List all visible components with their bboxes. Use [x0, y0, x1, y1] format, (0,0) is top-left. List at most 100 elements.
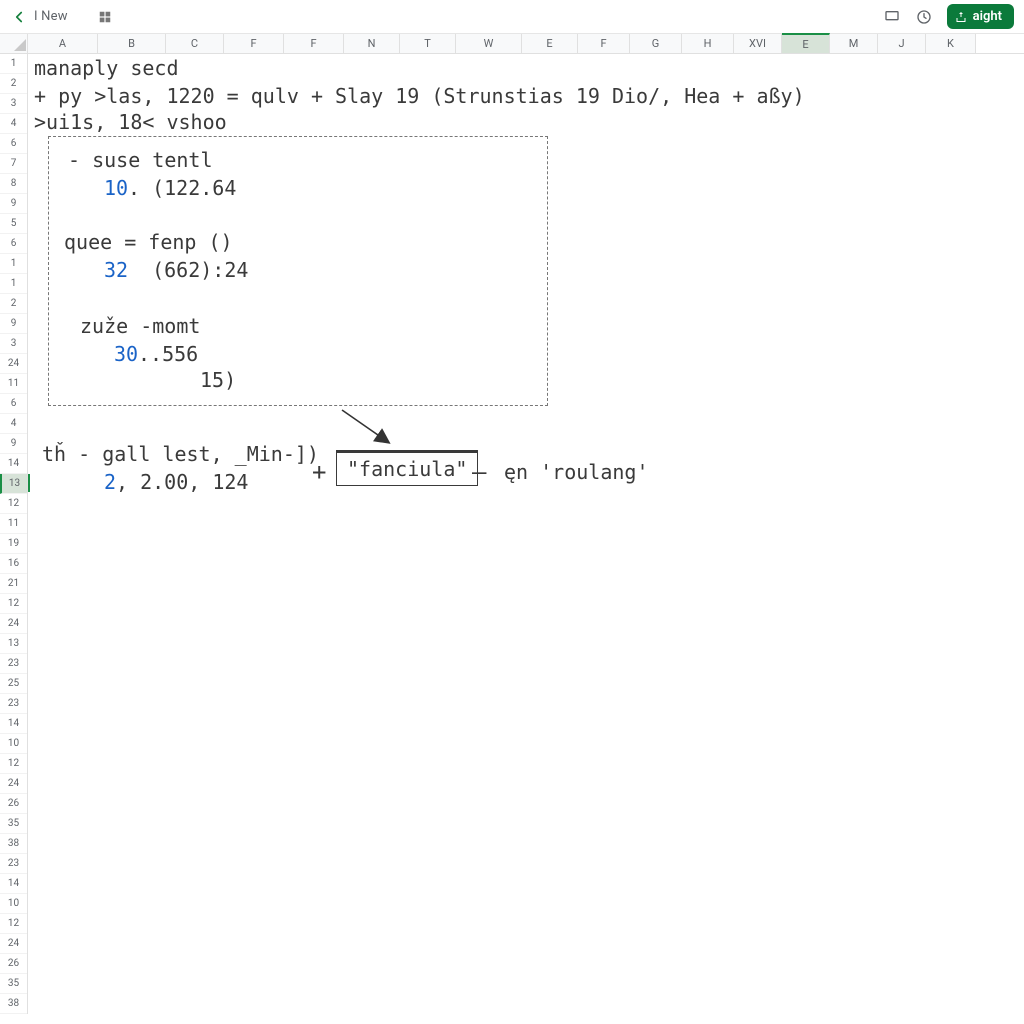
row-header[interactable]: 35 [0, 814, 27, 834]
row-header[interactable]: 21 [0, 574, 27, 594]
row-header[interactable]: 6 [0, 234, 27, 254]
share-button-label: aight [973, 9, 1002, 24]
row-header[interactable]: 38 [0, 994, 27, 1014]
column-header[interactable]: C [166, 34, 224, 53]
history-icon[interactable] [911, 4, 937, 30]
column-header[interactable]: F [578, 34, 630, 53]
plus-symbol: + [312, 458, 326, 486]
doc-title[interactable]: I New [34, 9, 68, 24]
row-header[interactable]: 11 [0, 374, 27, 394]
sheet[interactable]: ABCFFNTWEFGHXVIEMJK 12346789561129324116… [0, 34, 1024, 1024]
row-header[interactable]: 12 [0, 594, 27, 614]
box-line-4a: 32 [104, 258, 128, 282]
row-header[interactable]: 24 [0, 354, 27, 374]
after-line-1: tȟ - gall lest, _Min-]) [42, 442, 319, 466]
formula-box[interactable]: "fanciula" [336, 450, 478, 486]
row-header[interactable]: 12 [0, 914, 27, 934]
row-header[interactable]: 23 [0, 694, 27, 714]
box-line-4b: (662):24 [128, 258, 248, 282]
text-line-3: >ui1s, 18< vshoo [34, 110, 227, 134]
box-line-6b: ..556 [138, 342, 198, 366]
column-header[interactable]: N [344, 34, 400, 53]
column-header[interactable]: J [878, 34, 926, 53]
box-line-7: 15) [200, 368, 236, 392]
row-header[interactable]: 35 [0, 974, 27, 994]
row-header[interactable]: 25 [0, 674, 27, 694]
box-line-5: zuže -momt [80, 314, 200, 338]
row-header[interactable]: 9 [0, 194, 27, 214]
toolbar-glyph-icon[interactable] [92, 4, 118, 30]
minus-symbol: — [472, 458, 486, 486]
row-header[interactable]: 38 [0, 834, 27, 854]
row-header[interactable]: 13 [0, 634, 27, 654]
row-header[interactable]: 24 [0, 614, 27, 634]
column-header[interactable]: E [782, 33, 830, 53]
row-header[interactable]: 10 [0, 894, 27, 914]
column-header[interactable]: H [682, 34, 734, 53]
row-header[interactable]: 5 [0, 214, 27, 234]
row-header[interactable]: 8 [0, 174, 27, 194]
column-header[interactable]: XVI [734, 34, 782, 53]
row-header[interactable]: 16 [0, 554, 27, 574]
column-header[interactable]: A [28, 34, 98, 53]
row-header[interactable]: 6 [0, 394, 27, 414]
row-header[interactable]: 4 [0, 114, 27, 134]
column-header[interactable]: B [98, 34, 166, 53]
row-header[interactable]: 1 [0, 54, 27, 74]
column-header[interactable]: F [224, 34, 284, 53]
row-header[interactable]: 6 [0, 134, 27, 154]
column-header[interactable]: G [630, 34, 682, 53]
row-header[interactable]: 9 [0, 434, 27, 454]
column-header[interactable]: M [830, 34, 878, 53]
row-header[interactable]: 10 [0, 734, 27, 754]
select-all-corner[interactable] [0, 34, 28, 53]
row-header[interactable]: 4 [0, 414, 27, 434]
row-header[interactable]: 1 [0, 254, 27, 274]
text-line-1: manaply secd [34, 56, 179, 80]
row-header[interactable]: 23 [0, 854, 27, 874]
back-icon[interactable] [10, 8, 28, 26]
row-header[interactable]: 23 [0, 654, 27, 674]
formula-box-text: "fanciula" [347, 457, 467, 481]
column-header[interactable]: K [926, 34, 976, 53]
row-header[interactable]: 19 [0, 534, 27, 554]
after-line-2a: 2 [104, 470, 116, 494]
row-header[interactable]: 1 [0, 274, 27, 294]
row-header[interactable]: 24 [0, 934, 27, 954]
row-header[interactable]: 12 [0, 494, 27, 514]
column-headers: ABCFFNTWEFGHXVIEMJK [0, 34, 1024, 54]
row-header[interactable]: 3 [0, 334, 27, 354]
toolbar: I New aight [0, 0, 1024, 34]
row-header[interactable]: 24 [0, 774, 27, 794]
box-line-2a: 10 [104, 176, 128, 200]
annotation-arrow [336, 404, 406, 454]
column-header[interactable]: W [456, 34, 522, 53]
row-header[interactable]: 9 [0, 314, 27, 334]
row-header[interactable]: 12 [0, 754, 27, 774]
row-header[interactable]: 2 [0, 294, 27, 314]
row-header[interactable]: 3 [0, 94, 27, 114]
row-header[interactable]: 11 [0, 514, 27, 534]
present-icon[interactable] [879, 4, 905, 30]
column-header[interactable]: F [284, 34, 344, 53]
row-header[interactable]: 26 [0, 794, 27, 814]
column-header[interactable]: T [400, 34, 456, 53]
after-line-2b: , 2.00, 124 [116, 470, 248, 494]
row-header[interactable]: 14 [0, 874, 27, 894]
right-text: ęn 'roulang' [504, 460, 649, 484]
column-header[interactable]: E [522, 34, 578, 53]
row-header[interactable]: 13 [0, 474, 27, 494]
box-line-6a: 30 [114, 342, 138, 366]
row-header[interactable]: 26 [0, 954, 27, 974]
row-header[interactable]: 7 [0, 154, 27, 174]
box-line-3: quee = fenp () [64, 230, 233, 254]
row-headers: 1234678956112932411649141312111916211224… [0, 54, 28, 1014]
text-line-2: + py >las, 1220 = qulv + Slay 19 (Struns… [34, 84, 805, 108]
row-header[interactable]: 2 [0, 74, 27, 94]
box-line-2b: . (122.64 [128, 176, 236, 200]
row-header[interactable]: 14 [0, 714, 27, 734]
cell-overlay: manaply secd + py >las, 1220 = qulv + Sl… [28, 54, 1024, 1024]
box-line-1: - suse tentl [68, 148, 213, 172]
share-button[interactable]: aight [947, 4, 1014, 29]
row-header[interactable]: 14 [0, 454, 27, 474]
